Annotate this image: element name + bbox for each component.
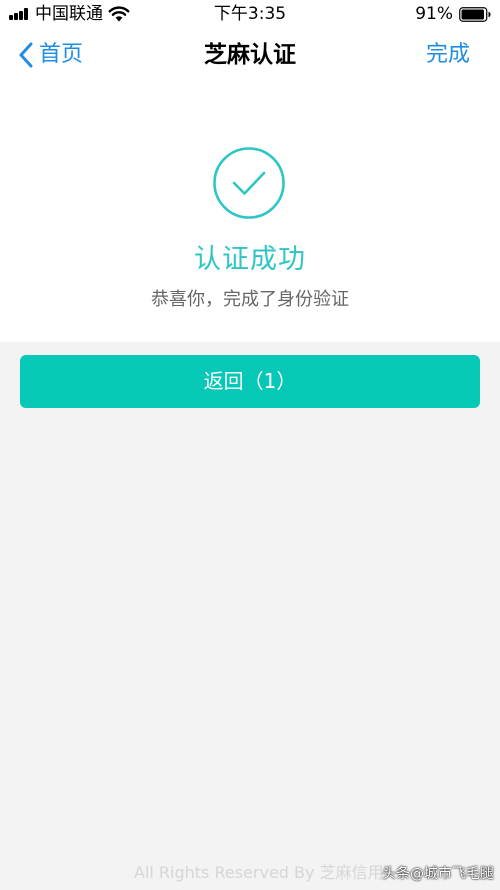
status-bar: 中国联通 下午3:35 91% <box>0 0 500 30</box>
watermark-text: 头条@城市飞毛腿 <box>382 866 494 882</box>
done-button[interactable]: 完成 <box>426 38 470 72</box>
battery-icon <box>459 7 491 22</box>
return-button[interactable]: 返回（1） <box>20 355 480 408</box>
footer: All Rights Reserved By 芝麻信用 头条@城市飞毛腿 <box>0 858 500 888</box>
battery-percentage: 91% <box>415 4 453 24</box>
screen: 中国联通 下午3:35 91% 首页 芝麻认证 完成 认证成功 恭喜你，完成了身… <box>0 0 500 890</box>
success-title: 认证成功 <box>194 244 306 275</box>
navigation-bar: 首页 芝麻认证 完成 <box>0 30 500 80</box>
copyright-text: All Rights Reserved By 芝麻信用 <box>134 863 384 882</box>
success-card: 认证成功 恭喜你，完成了身份验证 <box>0 80 500 342</box>
check-circle-icon <box>213 147 285 219</box>
success-subtitle: 恭喜你，完成了身份验证 <box>151 289 349 310</box>
